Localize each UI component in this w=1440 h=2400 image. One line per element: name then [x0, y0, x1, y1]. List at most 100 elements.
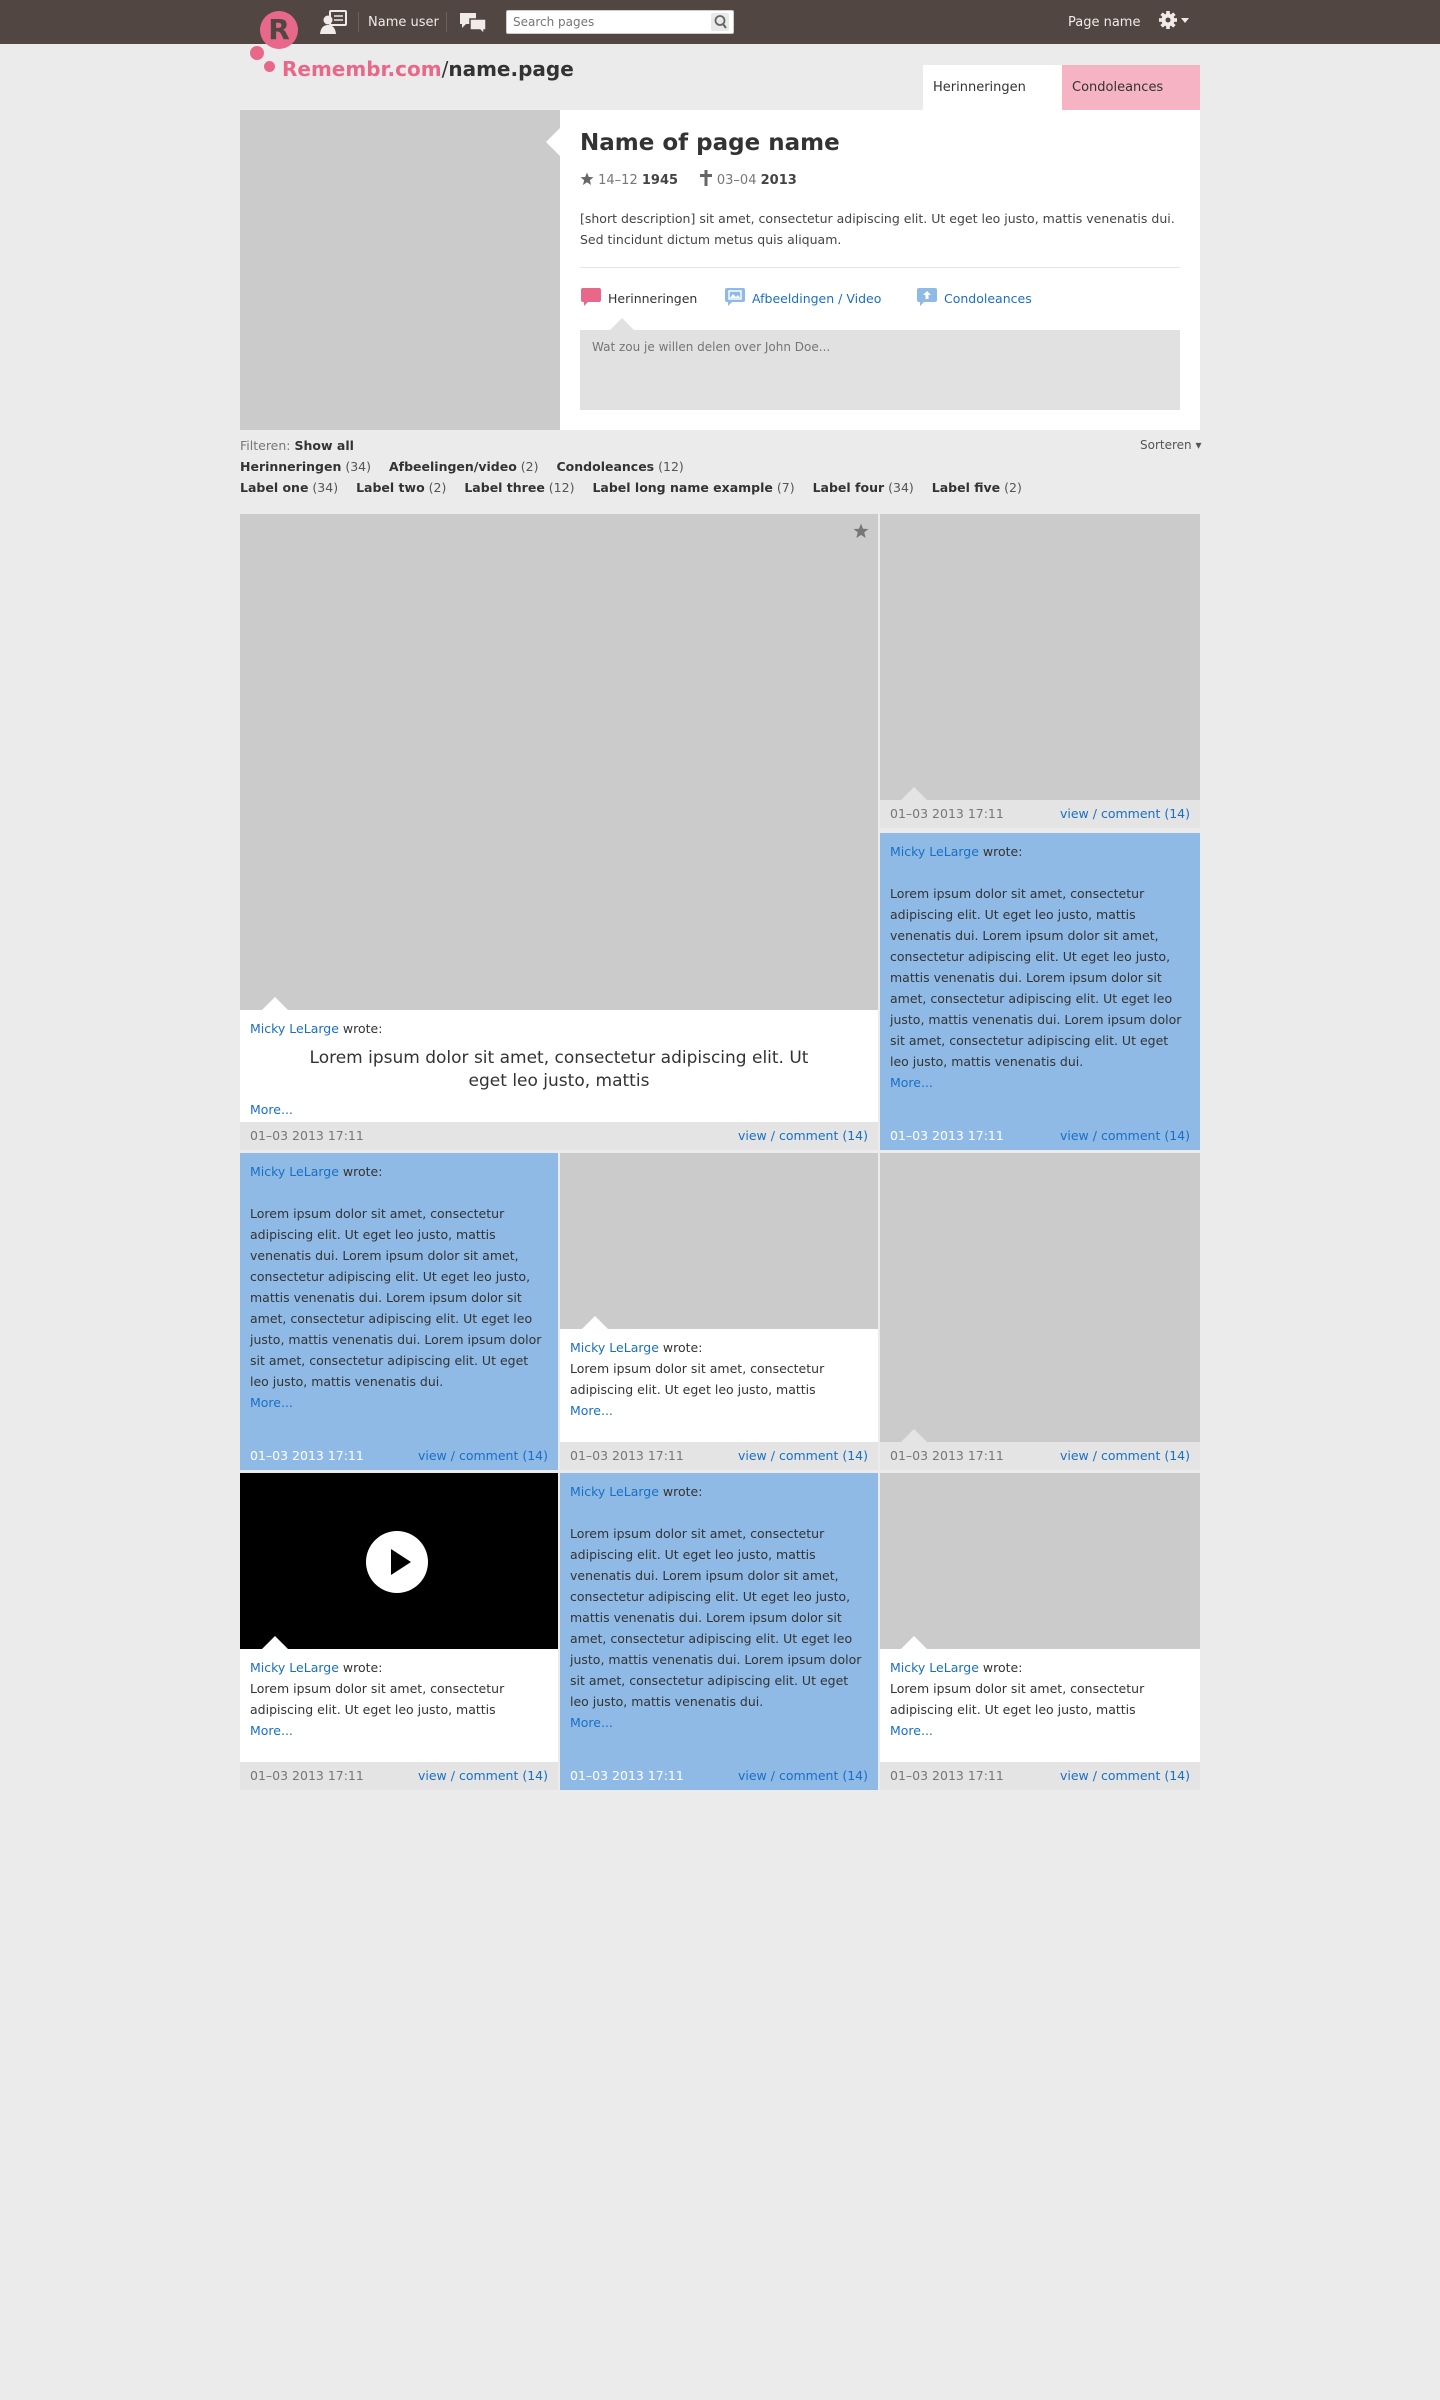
post-image[interactable] — [880, 1153, 1200, 1442]
filter-name: Label four — [812, 480, 885, 495]
post-timestamp: 01–03 2013 17:11 — [890, 1448, 1004, 1463]
post-author[interactable]: Micky LeLarge — [890, 1660, 979, 1675]
tab-condoleances[interactable]: Condoleances (12) — [1062, 65, 1200, 140]
filter-type[interactable]: Condoleances (12) — [557, 459, 684, 474]
comment-link[interactable]: comment (14) — [779, 1128, 868, 1143]
chat-icon[interactable] — [458, 11, 488, 35]
filter-row: Filteren: Show all — [240, 438, 354, 453]
filter-label-item[interactable]: Label one (34) — [240, 480, 338, 495]
page-name-link[interactable]: Page name — [1068, 15, 1140, 30]
comment-link[interactable]: comment (14) — [1101, 1768, 1190, 1783]
post-footer: 01–03 2013 17:11 view / comment (14) — [560, 1442, 878, 1470]
filter-count: (12) — [658, 459, 684, 474]
search-box[interactable] — [506, 10, 734, 34]
comment-link[interactable]: comment (14) — [1101, 1448, 1190, 1463]
filter-show-all[interactable]: Show all — [295, 438, 354, 453]
view-link[interactable]: view — [738, 1128, 767, 1143]
view-link[interactable]: view — [1060, 1448, 1089, 1463]
view-link[interactable]: view — [1060, 1128, 1089, 1143]
post-image[interactable] — [560, 1153, 878, 1329]
post-notch — [262, 1636, 288, 1649]
divider — [580, 267, 1180, 268]
post-timestamp: 01–03 2013 17:11 — [890, 1128, 1004, 1143]
separator: / — [1092, 1768, 1097, 1783]
post-footer: 01–03 2013 17:11 view / comment (14) — [880, 1122, 1200, 1150]
view-link[interactable]: view — [1060, 1768, 1089, 1783]
post-image[interactable] — [880, 514, 1200, 800]
post-text: Lorem ipsum dolor sit amet, consectetur … — [570, 1361, 825, 1397]
favorite-star-icon[interactable] — [853, 523, 869, 539]
profile-photo — [240, 110, 560, 430]
post-timestamp: 01–03 2013 17:11 — [250, 1128, 364, 1143]
tab-label: Herinneringen — [608, 291, 698, 306]
share-notch — [610, 318, 634, 330]
more-link[interactable]: More... — [250, 1392, 548, 1413]
separator: / — [770, 1128, 775, 1143]
comment-link[interactable]: comment (14) — [1101, 1128, 1190, 1143]
logo-dot — [264, 61, 275, 72]
post-image[interactable] — [880, 1473, 1200, 1649]
user-name-link[interactable]: Name user — [368, 15, 439, 30]
filter-label-item[interactable]: Label four (34) — [813, 480, 914, 495]
post-text: Lorem ipsum dolor sit amet, consectetur … — [570, 1526, 862, 1709]
share-box[interactable] — [580, 318, 1180, 410]
filter-name: Label one — [240, 480, 309, 495]
view-link[interactable]: view — [1060, 806, 1089, 821]
comment-link[interactable]: comment (14) — [779, 1768, 868, 1783]
filter-type[interactable]: Herinneringen (34) — [240, 459, 371, 474]
sort-dropdown[interactable]: Sorteren ▾ — [1140, 438, 1202, 452]
filter-type[interactable]: Afbeelingen/video (2) — [389, 459, 539, 474]
post-body: Micky LeLarge wrote: Lorem ipsum dolor s… — [560, 1473, 878, 1762]
separator: / — [770, 1768, 775, 1783]
more-link[interactable]: More... — [890, 1072, 1190, 1093]
filter-label-item[interactable]: Label long name example (7) — [592, 480, 794, 495]
more-link[interactable]: More... — [890, 1720, 1190, 1741]
death-year: 2013 — [760, 173, 797, 188]
post-wrote: wrote: — [662, 1484, 703, 1499]
gear-icon[interactable] — [1158, 10, 1192, 34]
tab-label: Afbeeldingen / Video — [752, 291, 882, 306]
comment-link[interactable]: comment (14) — [459, 1448, 548, 1463]
logo-icon[interactable]: R — [260, 11, 298, 49]
sort-label: Sorteren — [1140, 438, 1192, 452]
post-author[interactable]: Micky LeLarge — [890, 844, 979, 859]
post-author[interactable]: Micky LeLarge — [250, 1164, 339, 1179]
tab-memories[interactable]: Herinneringen — [580, 288, 697, 308]
share-input[interactable] — [580, 330, 1180, 410]
post-author[interactable]: Micky LeLarge — [250, 1021, 339, 1036]
user-profile-icon[interactable] — [320, 9, 348, 35]
filter-name: Condoleances — [556, 459, 655, 474]
type-filters: Herinneringen (34) Afbeelingen/video (2)… — [240, 459, 698, 474]
filter-label-item[interactable]: Label five (2) — [932, 480, 1022, 495]
post-wrote: wrote: — [342, 1660, 383, 1675]
post-author[interactable]: Micky LeLarge — [250, 1660, 339, 1675]
tab-images-video[interactable]: Afbeeldingen / Video — [724, 288, 881, 308]
page-slug: name.page — [448, 57, 574, 81]
view-link[interactable]: view — [738, 1768, 767, 1783]
search-icon[interactable] — [711, 13, 729, 31]
comment-link[interactable]: comment (14) — [1101, 806, 1190, 821]
more-link[interactable]: More... — [570, 1712, 868, 1733]
view-link[interactable]: view — [418, 1448, 447, 1463]
comment-link[interactable]: comment (14) — [459, 1768, 548, 1783]
filter-label-item[interactable]: Label three (12) — [464, 480, 574, 495]
post-image[interactable] — [240, 514, 878, 1010]
tab-condolences[interactable]: Condoleances — [916, 288, 1032, 308]
separator: / — [1092, 1448, 1097, 1463]
comment-link[interactable]: comment (14) — [779, 1448, 868, 1463]
tab-herinneringen[interactable]: Herinneringen (34) — [923, 65, 1062, 140]
view-link[interactable]: view — [418, 1768, 447, 1783]
search-input[interactable] — [507, 11, 703, 33]
view-link[interactable]: view — [738, 1448, 767, 1463]
more-link[interactable]: More... — [250, 1099, 868, 1120]
site-link[interactable]: Remembr.com — [282, 57, 442, 81]
post-author[interactable]: Micky LeLarge — [570, 1484, 659, 1499]
post-notch — [901, 787, 927, 800]
more-link[interactable]: More... — [250, 1720, 548, 1741]
more-link[interactable]: More... — [570, 1400, 868, 1421]
post-author[interactable]: Micky LeLarge — [570, 1340, 659, 1355]
post-text: Lorem ipsum dolor sit amet, consectetur … — [250, 1206, 542, 1389]
filter-label-item[interactable]: Label two (2) — [356, 480, 446, 495]
play-button[interactable] — [366, 1531, 428, 1593]
top-bar: R Name user Page name — [0, 0, 1440, 49]
